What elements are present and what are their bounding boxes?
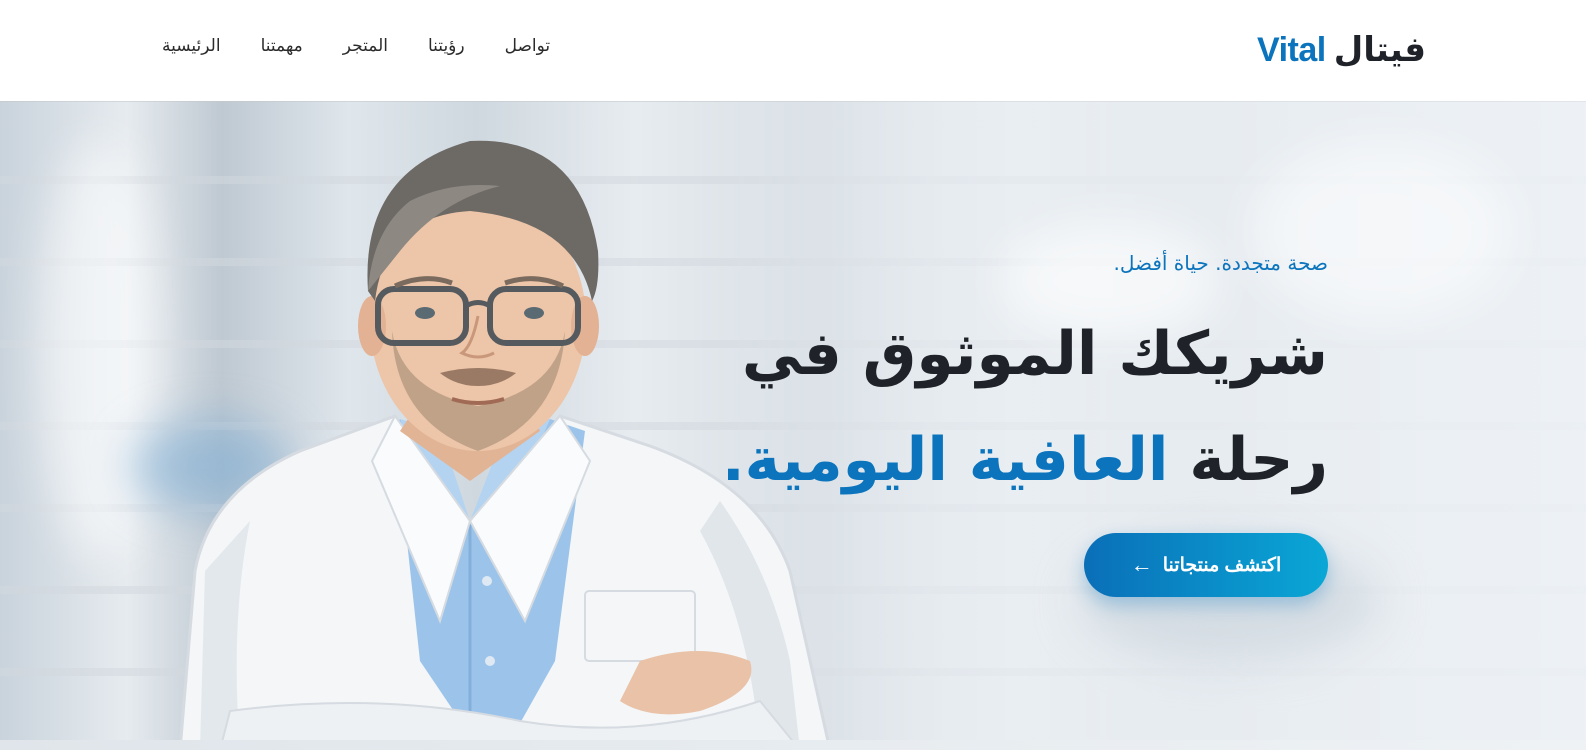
nav-item-vision[interactable]: رؤيتنا (428, 36, 465, 56)
headline-line-1: شريكك الموثوق في (741, 319, 1328, 389)
hero-tagline: صحة متجددة. حياة أفضل. (1113, 251, 1328, 275)
site-header: الرئيسية مهمتنا المتجر رؤيتنا تواصل Vita… (0, 0, 1586, 101)
brand-name-latin: Vital (1257, 30, 1326, 69)
main-nav: الرئيسية مهمتنا المتجر رؤيتنا تواصل (162, 36, 550, 56)
hero-headline: شريكك الموثوق في رحلة العافية اليومية. (608, 301, 1328, 513)
nav-item-home[interactable]: الرئيسية (162, 36, 221, 56)
discover-products-button[interactable]: اكتشف منتجاتنا ← (1084, 533, 1328, 597)
brand-name-arabic: فيتال (1333, 30, 1426, 70)
nav-item-store[interactable]: المتجر (343, 36, 388, 56)
headline-line-2-plain: رحلة (1189, 425, 1328, 495)
nav-item-mission[interactable]: مهمتنا (261, 36, 303, 56)
headline-line-2-accent: العافية اليومية. (721, 425, 1169, 495)
hero-content: صحة متجددة. حياة أفضل. شريكك الموثوق في … (608, 249, 1328, 513)
brand-logo[interactable]: Vital فيتال (1257, 28, 1426, 72)
hero-section: صحة متجددة. حياة أفضل. شريكك الموثوق في … (0, 101, 1586, 750)
nav-item-contact[interactable]: تواصل (505, 36, 551, 56)
cta-label: اكتشف منتجاتنا (1162, 554, 1282, 576)
arrow-left-icon: ← (1130, 552, 1153, 577)
hero-bottom-edge (0, 740, 1586, 750)
